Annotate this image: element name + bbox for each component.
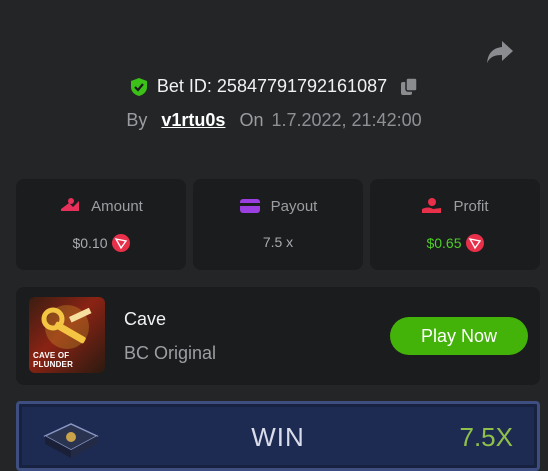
- shield-check-icon: [130, 77, 147, 96]
- game-thumbnail[interactable]: CAVE OF PLUNDER: [29, 297, 105, 373]
- tron-coin-icon: [111, 234, 130, 252]
- payout-card: Payout 7.5 x: [193, 179, 363, 270]
- payout-value: 7.5 x: [262, 234, 294, 250]
- username-link[interactable]: v1rtu0s: [161, 110, 225, 131]
- share-icon[interactable]: [485, 38, 515, 66]
- bet-id-value: 25847791792161087: [216, 76, 388, 96]
- result-banner: WIN 7.5X: [16, 401, 540, 471]
- amount-card: Amount $0.10: [16, 179, 186, 270]
- profit-card: Profit $0.65: [370, 179, 540, 270]
- game-card: CAVE OF PLUNDER Cave BC Original Play No…: [16, 287, 540, 385]
- copy-icon[interactable]: [399, 76, 419, 97]
- play-now-button[interactable]: Play Now: [390, 317, 528, 355]
- bet-date: 1.7.2022, 21:42:00: [271, 110, 422, 130]
- amount-icon: [61, 198, 80, 211]
- game-name: Cave: [124, 309, 167, 329]
- result-multiplier: 7.5X: [459, 422, 514, 452]
- payout-label: Payout: [270, 197, 318, 215]
- by-label: By: [126, 110, 148, 130]
- author-row: By v1rtu0s On 1.7.2022, 21:42:00: [0, 110, 548, 131]
- game-subtitle: BC Original: [124, 343, 217, 363]
- amount-value: $0.10: [72, 235, 108, 251]
- tron-coin-icon: [465, 234, 484, 252]
- profit-value: $0.65: [426, 235, 462, 251]
- amount-label: Amount: [91, 197, 143, 215]
- bet-id-label: Bet ID:: [156, 76, 212, 96]
- bet-id-row: Bet ID: 25847791792161087: [0, 76, 548, 97]
- on-label: On: [239, 110, 264, 130]
- payout-card-icon: [239, 199, 260, 213]
- profit-label: Profit: [453, 197, 489, 215]
- game-thumbnail-caption: CAVE OF PLUNDER: [33, 351, 74, 369]
- profit-hand-icon: [422, 198, 442, 213]
